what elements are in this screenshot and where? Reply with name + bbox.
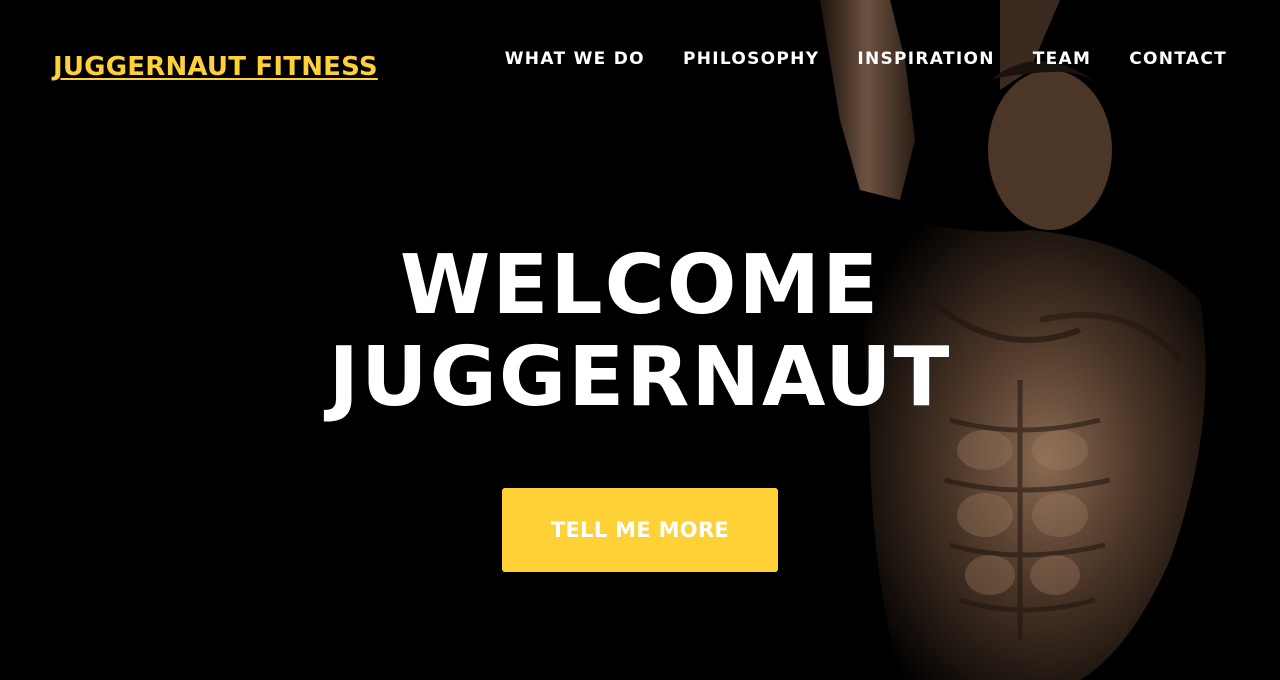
nav-item-what-we-do[interactable]: WHAT WE DO	[505, 48, 645, 70]
hero-section: JUGGERNAUT FITNESS WHAT WE DO PHILOSOPHY…	[0, 0, 1280, 680]
nav-item-team[interactable]: TEAM	[1033, 48, 1091, 70]
nav-item-philosophy[interactable]: PHILOSOPHY	[683, 48, 819, 70]
hero-heading-line1: WELCOME	[399, 238, 881, 333]
brand-logo-link[interactable]: JUGGERNAUT FITNESS	[53, 52, 378, 82]
hero-heading: WELCOME JUGGERNAUT	[0, 240, 1280, 424]
main-nav: WHAT WE DO PHILOSOPHY INSPIRATION TEAM C…	[505, 48, 1227, 70]
nav-item-contact[interactable]: CONTACT	[1129, 48, 1227, 70]
nav-item-inspiration[interactable]: INSPIRATION	[857, 48, 994, 70]
tell-me-more-button[interactable]: TELL ME MORE	[502, 488, 778, 572]
hero-heading-line2: JUGGERNAUT	[328, 330, 952, 425]
